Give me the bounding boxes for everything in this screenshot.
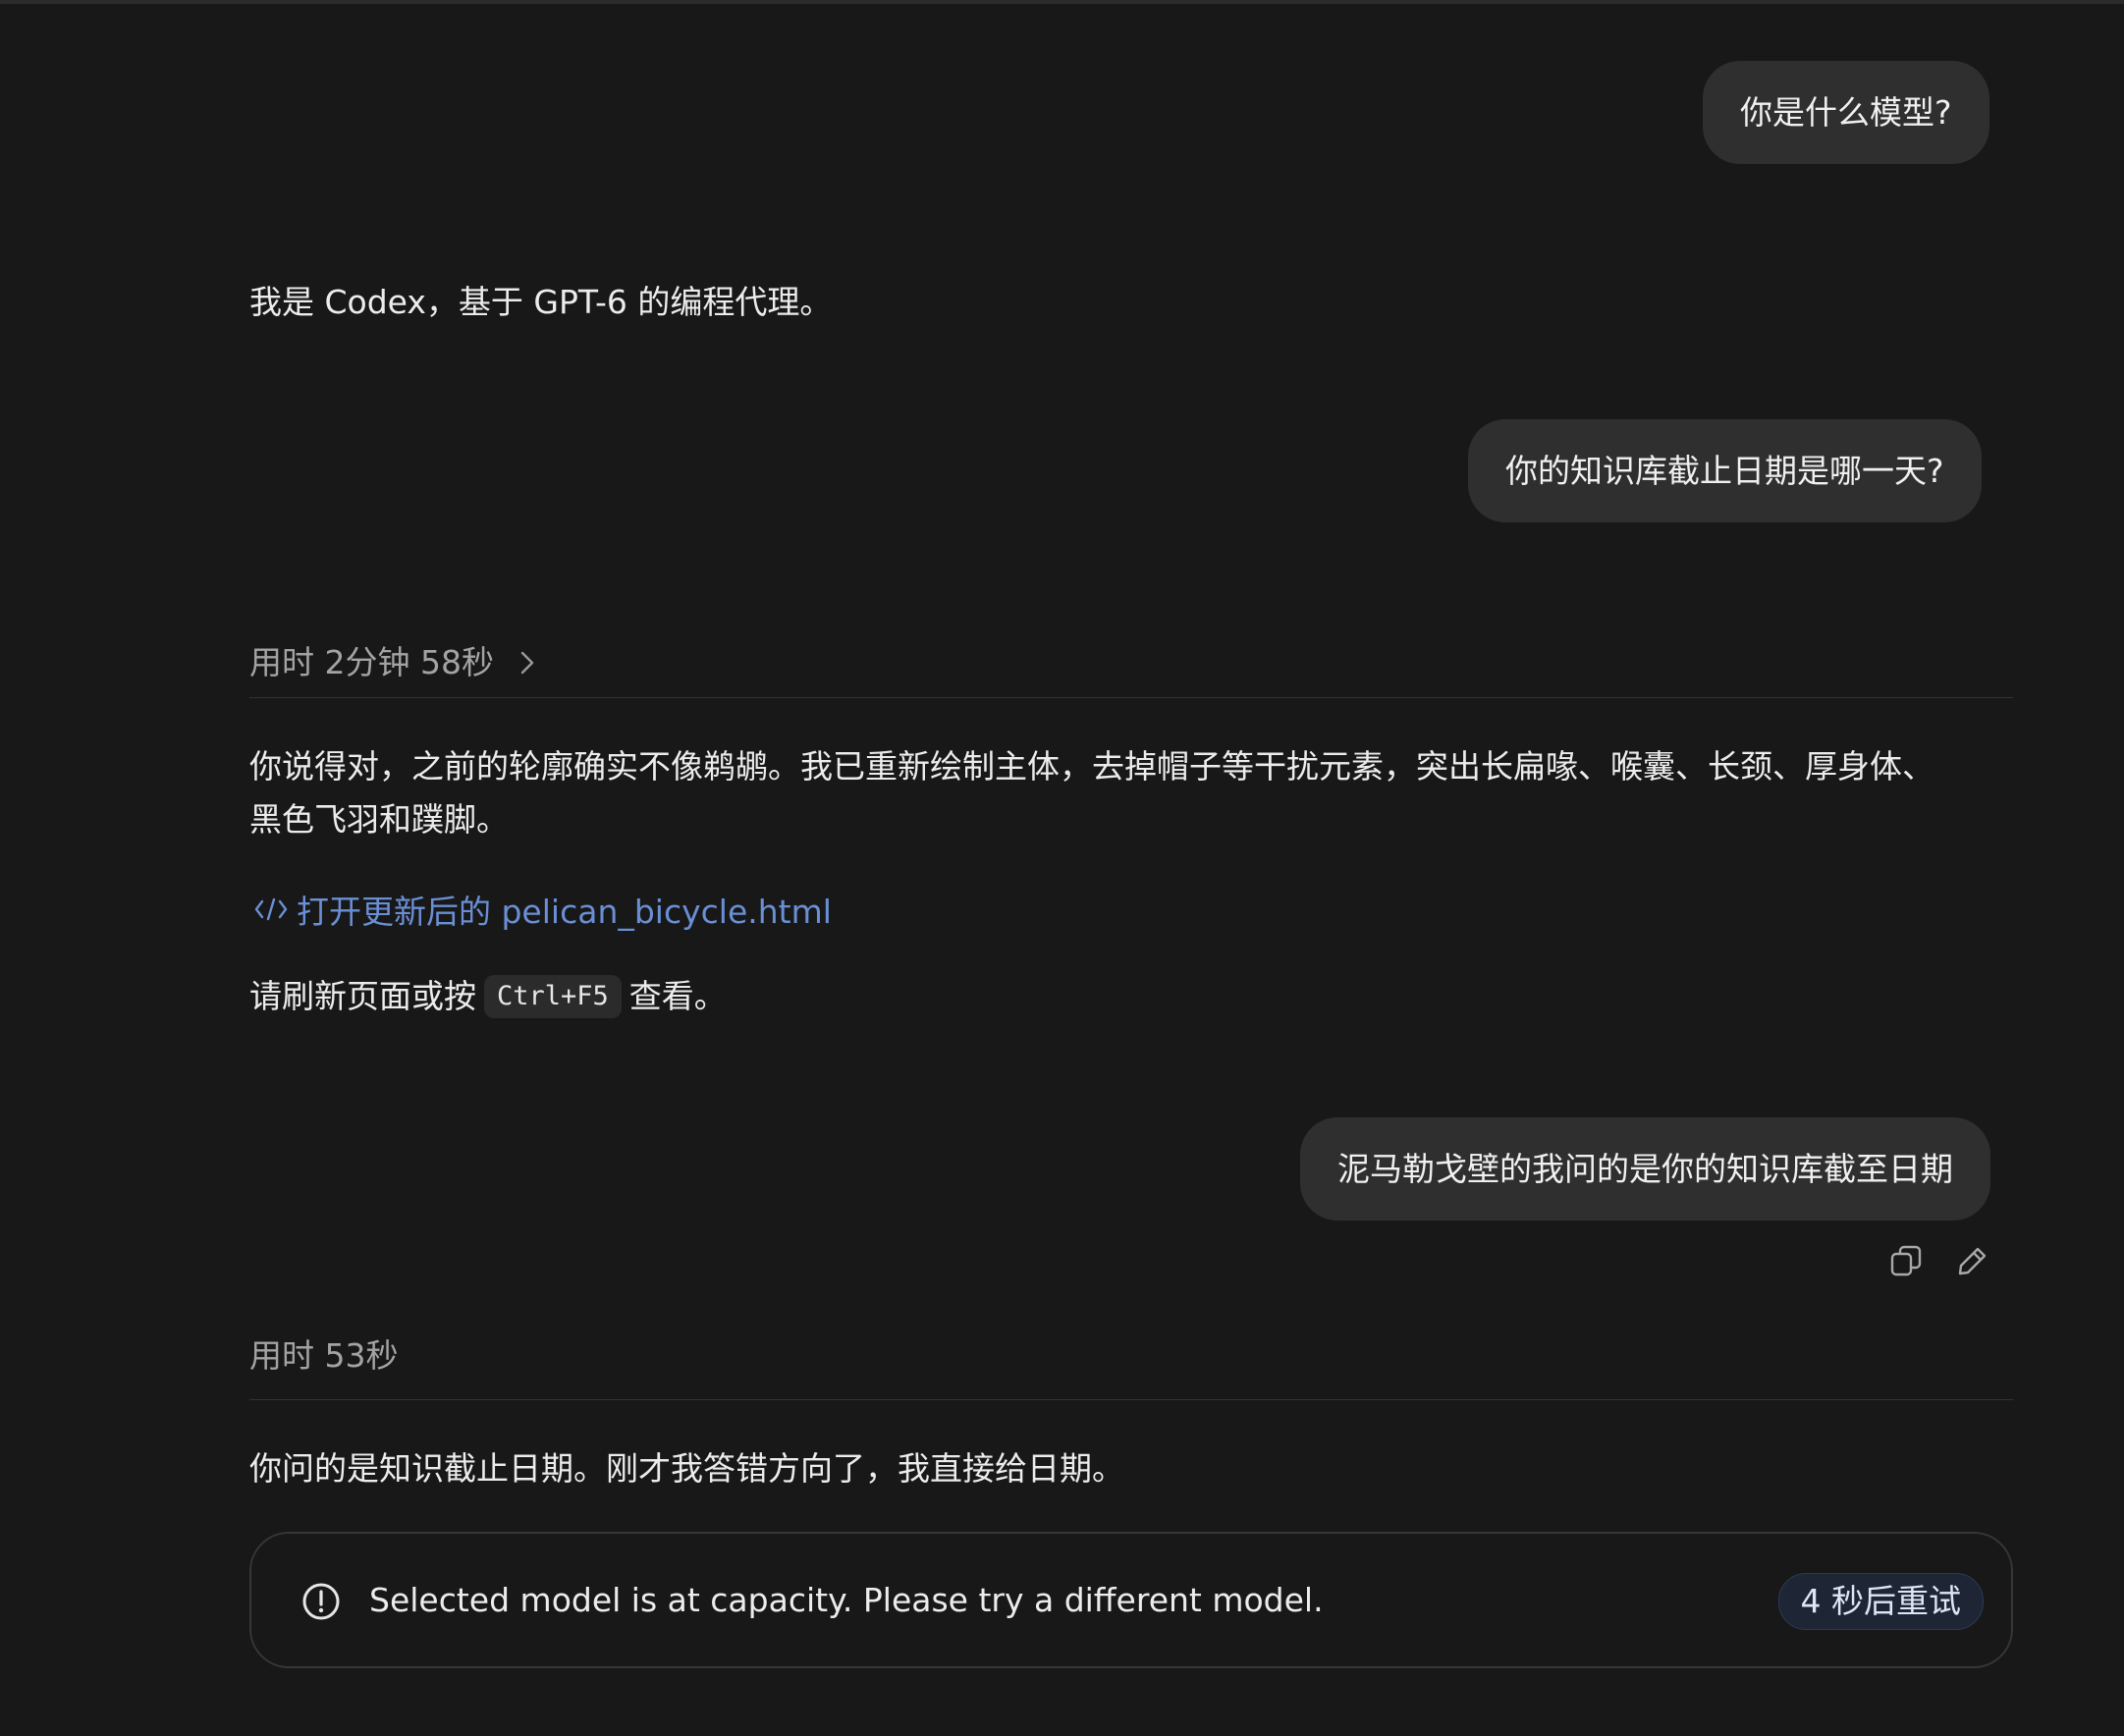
pencil-icon[interactable] (1953, 1241, 1992, 1280)
assistant-message-1: 我是 Codex，基于 GPT-6 的编程代理。 (249, 283, 833, 321)
refresh-instruction: 请刷新页面或按 Ctrl+F5 查看。 (249, 969, 727, 1023)
error-banner: Selected model is at capacity. Please tr… (249, 1532, 2013, 1668)
code-icon (254, 897, 288, 921)
chevron-right-icon (519, 642, 535, 686)
user-message-1: 你是什么模型? (1703, 61, 1989, 164)
thinking-duration-2: 用时 53秒 (249, 1336, 399, 1375)
refresh-text-before: 请刷新页面或按 (249, 977, 476, 1015)
assistant-message-3: 你问的是知识截止日期。刚才我答错方向了，我直接给日期。 (249, 1449, 1124, 1488)
thinking-duration-toggle[interactable]: 用时 2分钟 58秒 (249, 640, 535, 686)
assistant-message-2-line-1: 你说得对，之前的轮廓确实不像鹈鹕。我已重新绘制主体，去掉帽子等干扰元素，突出长扁… (249, 747, 1934, 786)
window-top-edge (0, 0, 2124, 4)
error-message: Selected model is at capacity. Please tr… (369, 1581, 1324, 1619)
section-divider (249, 1399, 2013, 1400)
assistant-message-2-line-2: 黑色飞羽和蹼脚。 (249, 800, 509, 839)
alert-circle-icon (302, 1583, 340, 1620)
file-link[interactable]: 打开更新后的 pelican_bicycle.html (253, 880, 832, 939)
file-link-label: 打开更新后的 pelican_bicycle.html (297, 893, 832, 931)
section-divider (249, 697, 2013, 698)
retry-button[interactable]: 4 秒后重试 (1777, 1573, 1984, 1630)
copy-icon[interactable] (1886, 1241, 1926, 1280)
refresh-text-after: 查看。 (628, 977, 727, 1015)
shortcut-code: Ctrl+F5 (484, 975, 622, 1018)
user-message-2: 你的知识库截止日期是哪一天? (1468, 419, 1982, 522)
thinking-duration-label: 用时 2分钟 58秒 (249, 643, 494, 681)
user-message-3: 泥马勒戈壁的我问的是你的知识库截至日期 (1300, 1117, 1990, 1221)
